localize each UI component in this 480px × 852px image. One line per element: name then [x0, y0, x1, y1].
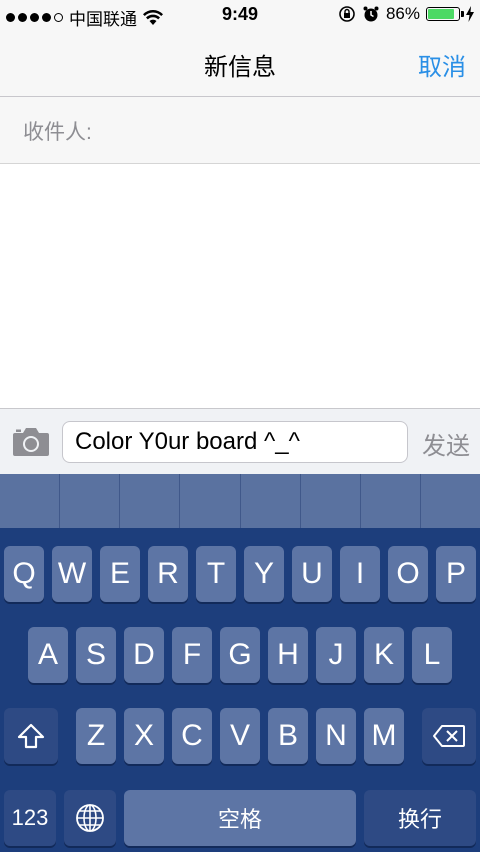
delete-icon	[433, 725, 465, 747]
status-right: 86%	[338, 4, 474, 24]
battery-percent: 86%	[385, 4, 420, 23]
page-title: 新信息	[204, 54, 276, 81]
suggestion-cell[interactable]	[120, 474, 181, 528]
key-v[interactable]: V	[220, 708, 260, 764]
message-area	[0, 164, 480, 408]
suggestion-cell[interactable]	[301, 474, 361, 528]
shift-key[interactable]	[4, 708, 58, 764]
alarm-icon	[363, 6, 379, 22]
suggestion-cell[interactable]	[0, 474, 61, 528]
suggestion-cell[interactable]	[361, 474, 421, 528]
key-u[interactable]: U	[292, 546, 332, 602]
return-key[interactable]: 换行	[364, 790, 476, 846]
key-f[interactable]: F	[172, 627, 212, 683]
key-l[interactable]: L	[412, 627, 452, 683]
key-j[interactable]: J	[316, 627, 356, 683]
key-h[interactable]: H	[268, 627, 308, 683]
key-r[interactable]: R	[148, 546, 188, 602]
key-n[interactable]: N	[316, 708, 356, 764]
cancel-button[interactable]: 取消	[418, 47, 466, 82]
key-y[interactable]: Y	[244, 546, 284, 602]
keyboard: 123 空格 换行 QWERTYUIOP ASDFGHJKL ZXCVBNM	[0, 474, 480, 852]
recipient-row: 收件人:	[0, 97, 480, 164]
key-o[interactable]: O	[388, 546, 428, 602]
suggestion-bar	[0, 474, 480, 528]
suggestion-cell[interactable]	[421, 474, 480, 528]
key-z[interactable]: Z	[76, 708, 116, 764]
key-d[interactable]: D	[124, 627, 164, 683]
recipient-input[interactable]	[110, 107, 470, 153]
key-g[interactable]: G	[220, 627, 260, 683]
globe-icon	[76, 804, 104, 832]
key-b[interactable]: B	[268, 708, 308, 764]
key-c[interactable]: C	[172, 708, 212, 764]
send-button[interactable]: 发送	[422, 426, 470, 461]
key-t[interactable]: T	[196, 546, 236, 602]
globe-key[interactable]	[64, 790, 116, 846]
key-k[interactable]: K	[364, 627, 404, 683]
compose-bar: Color Y0ur board ^_^ 发送	[0, 408, 480, 475]
key-q[interactable]: Q	[4, 546, 44, 602]
navigation-bar: 新信息 取消	[0, 30, 480, 97]
numbers-key[interactable]: 123	[4, 790, 56, 846]
suggestion-cell[interactable]	[180, 474, 241, 528]
key-e[interactable]: E	[100, 546, 140, 602]
key-m[interactable]: M	[364, 708, 404, 764]
key-p[interactable]: P	[436, 546, 476, 602]
key-i[interactable]: I	[340, 546, 380, 602]
camera-icon[interactable]	[12, 425, 50, 457]
key-x[interactable]: X	[124, 708, 164, 764]
suggestion-cell[interactable]	[60, 474, 121, 528]
orientation-lock-icon	[339, 6, 355, 22]
key-s[interactable]: S	[76, 627, 116, 683]
shift-icon	[17, 723, 45, 749]
charging-icon	[466, 6, 474, 22]
delete-key[interactable]	[422, 708, 476, 764]
battery-icon	[426, 7, 464, 21]
status-bar: 中国联通 9:49 86%	[0, 0, 480, 30]
message-input[interactable]: Color Y0ur board ^_^	[62, 421, 408, 463]
key-a[interactable]: A	[28, 627, 68, 683]
recipient-label: 收件人:	[23, 121, 92, 144]
key-w[interactable]: W	[52, 546, 92, 602]
space-key[interactable]: 空格	[124, 790, 356, 846]
suggestion-cell[interactable]	[241, 474, 301, 528]
